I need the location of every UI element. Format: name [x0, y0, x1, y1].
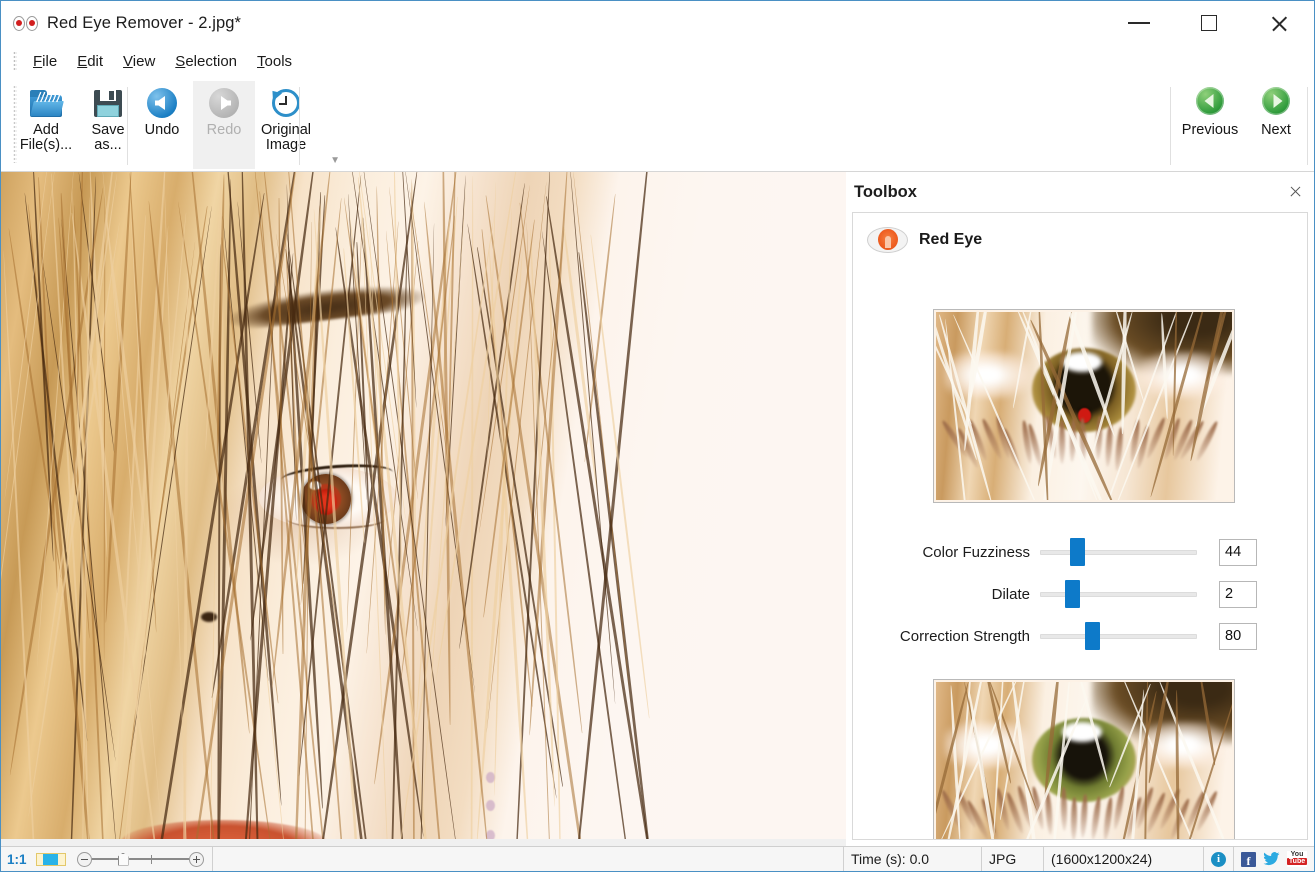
- maximize-button[interactable]: [1174, 1, 1244, 45]
- menu-selection[interactable]: Selection: [165, 50, 247, 73]
- application-window: Red Eye Remover - 2.jpg* File Edit View …: [0, 0, 1315, 872]
- red-eye-tool-icon: [867, 227, 908, 253]
- menu-edit-label: dit: [87, 53, 103, 70]
- menu-tools-label: ools: [265, 53, 293, 70]
- undo-label: Undo: [145, 123, 180, 138]
- color-fuzziness-slider[interactable]: [1040, 541, 1197, 563]
- toolbox-header: Toolbox: [846, 172, 1314, 212]
- correction-strength-thumb[interactable]: [1085, 622, 1100, 650]
- facebook-icon[interactable]: f: [1241, 852, 1256, 867]
- ribbon-toolbar: Add File(s)... Save as... Undo: [1, 77, 1314, 172]
- zoom-ratio-label: 1:1: [1, 847, 33, 871]
- save-as-label: Save as...: [91, 123, 124, 153]
- tool-name-label: Red Eye: [919, 231, 982, 249]
- close-button[interactable]: [1244, 1, 1314, 45]
- red-eye-icon: [12, 15, 38, 31]
- window-controls: [1104, 1, 1314, 45]
- menu-tools[interactable]: Tools: [247, 50, 302, 73]
- status-bar: 1:1 Time (s): 0.0 JPG (1600x1200x24) i f…: [1, 846, 1314, 871]
- color-fuzziness-label: Color Fuzziness: [853, 544, 1040, 561]
- tool-header: Red Eye: [853, 213, 1307, 253]
- menu-edit[interactable]: Edit: [67, 50, 113, 73]
- slider-row-dilate: Dilate 2: [853, 573, 1308, 615]
- slider-controls: Color Fuzziness 44 Dilate 2: [853, 531, 1308, 657]
- after-preview[interactable]: [933, 679, 1235, 840]
- minimize-button[interactable]: [1104, 1, 1174, 45]
- dilate-label: Dilate: [853, 586, 1040, 603]
- clock-history-icon: [269, 86, 303, 120]
- add-files-button[interactable]: Add File(s)...: [15, 81, 77, 169]
- toolbox-panel: Toolbox Red Eye: [846, 172, 1314, 845]
- ribbon-group-file: Add File(s)... Save as...: [15, 81, 139, 169]
- floppy-disk-icon: [91, 86, 125, 120]
- dilate-value[interactable]: 2: [1219, 581, 1257, 608]
- previous-label: Previous: [1182, 123, 1238, 138]
- portrait-photo: [1, 172, 846, 845]
- ribbon-separator-1: [127, 87, 128, 165]
- menu-bar: File Edit View Selection Tools: [1, 45, 1314, 77]
- previous-button[interactable]: Previous: [1176, 81, 1244, 169]
- ribbon-separator-3: [1170, 87, 1171, 165]
- next-label: Next: [1261, 123, 1291, 138]
- save-as-button[interactable]: Save as...: [77, 81, 139, 169]
- menu-view-label: iew: [133, 53, 156, 70]
- zoom-slider-handle[interactable]: [118, 853, 129, 866]
- undo-arrow-icon: [145, 86, 179, 120]
- zoom-in-icon[interactable]: [189, 852, 204, 867]
- dilate-thumb[interactable]: [1065, 580, 1080, 608]
- correction-strength-value[interactable]: 80: [1219, 623, 1257, 650]
- before-preview[interactable]: [933, 309, 1235, 503]
- toolbox-body: Red Eye Color Fuzziness: [852, 212, 1308, 840]
- processing-time: Time (s): 0.0: [844, 847, 982, 871]
- image-dimensions: (1600x1200x24): [1044, 847, 1204, 871]
- slider-row-color-fuzziness: Color Fuzziness 44: [853, 531, 1308, 573]
- zoom-out-icon[interactable]: [77, 852, 92, 867]
- open-folder-icon: [29, 86, 63, 120]
- nostril: [201, 612, 217, 622]
- correction-strength-slider[interactable]: [1040, 625, 1197, 647]
- info-button[interactable]: i: [1204, 847, 1234, 871]
- youtube-top-text: You: [1291, 851, 1304, 858]
- menu-file-label: ile: [42, 53, 57, 70]
- toolbox-close-icon[interactable]: [1289, 185, 1302, 198]
- zoom-slider[interactable]: [69, 847, 213, 871]
- green-left-arrow-icon: [1193, 86, 1227, 120]
- ribbon-group-history: Undo Redo Original Image: [131, 81, 317, 169]
- correction-strength-label: Correction Strength: [853, 628, 1040, 645]
- image-editing-canvas[interactable]: [1, 172, 846, 845]
- ribbon-group-navigation: Previous Next: [1176, 81, 1308, 169]
- undo-button[interactable]: Undo: [131, 81, 193, 169]
- youtube-icon[interactable]: You Tube: [1287, 851, 1307, 867]
- youtube-bottom-text: Tube: [1287, 858, 1307, 865]
- window-title: Red Eye Remover - 2.jpg*: [47, 14, 241, 33]
- canvas-scroll-strip[interactable]: [1, 839, 846, 846]
- twitter-icon[interactable]: [1263, 852, 1280, 866]
- menu-selection-label: election: [185, 53, 237, 70]
- fit-to-window-icon[interactable]: [36, 853, 66, 866]
- toolbox-title: Toolbox: [854, 183, 917, 202]
- dilate-slider[interactable]: [1040, 583, 1197, 605]
- ribbon-collapse-chevron[interactable]: ▼: [330, 155, 340, 166]
- menu-grip-handle[interactable]: [13, 51, 17, 71]
- original-image-label: Original Image: [261, 123, 311, 153]
- ribbon-separator-4: [1307, 87, 1308, 165]
- status-spacer: [213, 847, 844, 871]
- green-right-arrow-icon: [1259, 86, 1293, 120]
- color-fuzziness-value[interactable]: 44: [1219, 539, 1257, 566]
- next-button[interactable]: Next: [1244, 81, 1308, 169]
- redo-button[interactable]: Redo: [193, 81, 255, 169]
- menu-file[interactable]: File: [23, 50, 67, 73]
- add-files-label: Add File(s)...: [20, 123, 72, 153]
- file-format: JPG: [982, 847, 1044, 871]
- info-icon: i: [1211, 852, 1226, 867]
- title-bar: Red Eye Remover - 2.jpg*: [1, 1, 1314, 45]
- original-image-button[interactable]: Original Image: [255, 81, 317, 169]
- ribbon-separator-2: [299, 87, 300, 165]
- menu-view[interactable]: View: [113, 50, 165, 73]
- social-links: f You Tube: [1234, 847, 1314, 871]
- color-fuzziness-thumb[interactable]: [1070, 538, 1085, 566]
- redo-arrow-icon: [207, 86, 241, 120]
- slider-row-correction-strength: Correction Strength 80: [853, 615, 1308, 657]
- redo-label: Redo: [207, 123, 242, 138]
